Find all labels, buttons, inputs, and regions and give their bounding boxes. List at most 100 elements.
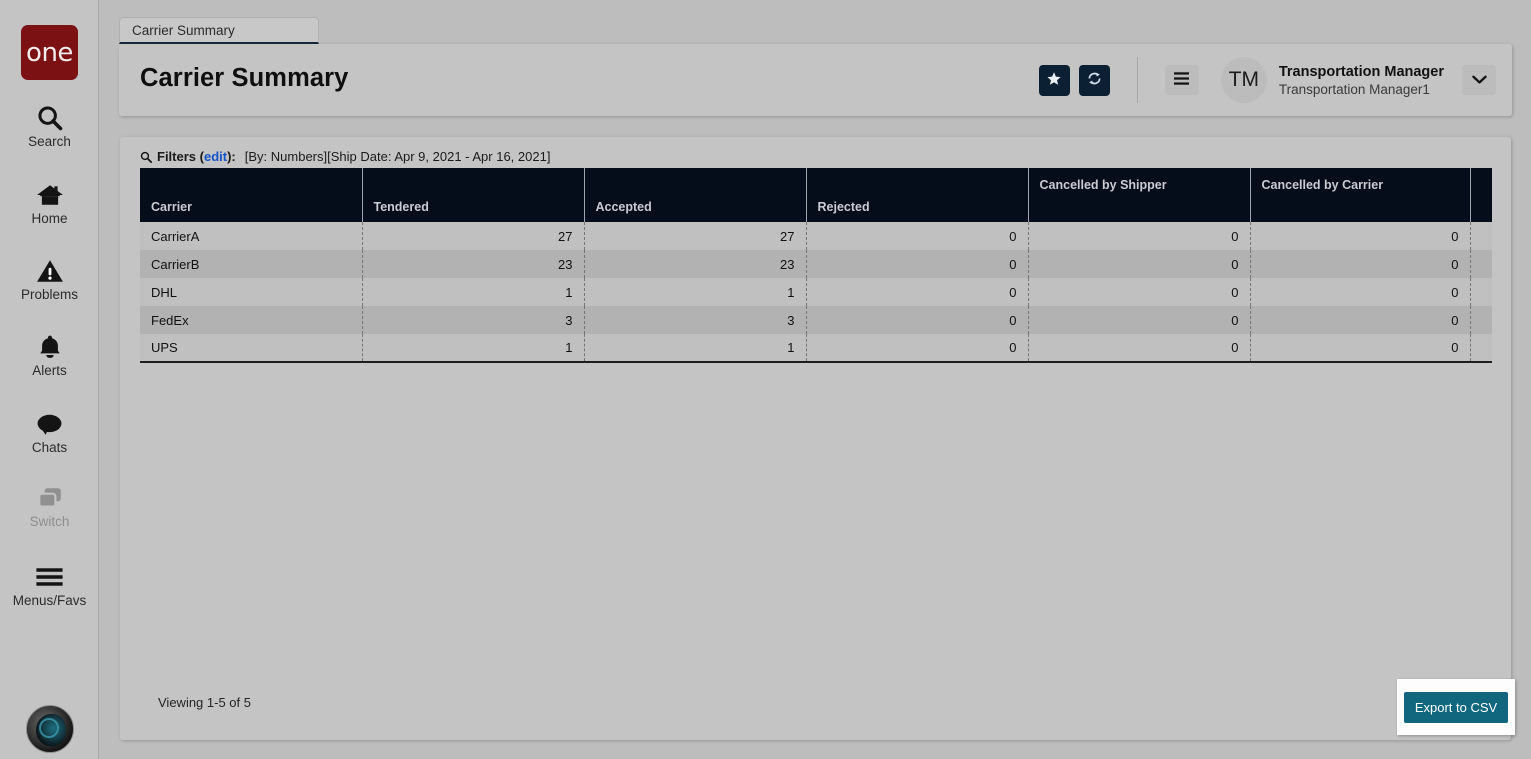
viewing-status: Viewing 1-5 of 5 bbox=[158, 695, 251, 710]
cell-spacer bbox=[1470, 306, 1492, 334]
page-title: Carrier Summary bbox=[140, 64, 349, 92]
carrier-summary-table: Carrier Tendered Accepted Rejected Cance… bbox=[140, 168, 1492, 363]
user-avatar[interactable] bbox=[26, 705, 74, 753]
sidebar-item-menus-favs[interactable]: Menus/Favs bbox=[0, 562, 99, 608]
sidebar-item-label: Search bbox=[28, 134, 71, 149]
cell-cancelled-by-shipper: 0 bbox=[1028, 306, 1251, 334]
content-panel: Filters (edit): [By: Numbers][Ship Date:… bbox=[120, 137, 1515, 740]
table-body: CarrierA 27 27 0 0 0 CarrierB 23 23 0 0 bbox=[140, 222, 1492, 363]
cell-rejected: 0 bbox=[806, 222, 1029, 250]
avatar-ring bbox=[39, 718, 59, 738]
carrier-summary-table-wrapper: Carrier Tendered Accepted Rejected Cance… bbox=[140, 168, 1492, 363]
tab-label: Carrier Summary bbox=[132, 23, 235, 38]
star-icon bbox=[1046, 71, 1062, 90]
search-icon bbox=[140, 151, 152, 163]
cell-cancelled-by-shipper: 0 bbox=[1028, 250, 1251, 278]
app-root: one Search Home Problems Alerts Chats Sw… bbox=[0, 0, 1531, 759]
sidebar-item-label: Problems bbox=[20, 287, 79, 302]
filters-edit-link[interactable]: edit bbox=[204, 149, 227, 164]
user-subtitle: Transportation Manager1 bbox=[1278, 81, 1430, 97]
switch-icon bbox=[0, 483, 99, 513]
sidebar-item-label: Switch bbox=[29, 514, 70, 529]
table-row[interactable]: FedEx 3 3 0 0 0 bbox=[140, 306, 1492, 334]
column-header-spacer bbox=[1470, 168, 1492, 222]
cell-spacer bbox=[1470, 222, 1492, 250]
sidebar-item-chats[interactable]: Chats bbox=[0, 409, 99, 455]
avatar[interactable]: TM bbox=[1220, 57, 1267, 103]
cell-accepted: 1 bbox=[584, 334, 807, 363]
column-header-cancelled-by-carrier[interactable]: Cancelled by Carrier bbox=[1250, 168, 1471, 222]
cell-cancelled-by-shipper: 0 bbox=[1028, 334, 1251, 363]
cell-accepted: 1 bbox=[584, 278, 807, 306]
favorite-button[interactable] bbox=[1038, 64, 1070, 96]
filters-label: Filters ( bbox=[157, 149, 204, 164]
header-menu-button[interactable] bbox=[1164, 65, 1199, 95]
chat-icon bbox=[0, 409, 99, 439]
cell-carrier: FedEx bbox=[140, 306, 363, 334]
cell-tendered: 27 bbox=[362, 222, 585, 250]
warning-icon bbox=[0, 256, 99, 286]
export-to-csv-button[interactable]: Export to CSV bbox=[1403, 691, 1509, 723]
export-panel: Export to CSV bbox=[1397, 679, 1515, 735]
cell-spacer bbox=[1470, 278, 1492, 306]
cell-tendered: 1 bbox=[362, 278, 585, 306]
cell-rejected: 0 bbox=[806, 334, 1029, 363]
tab-strip: Carrier Summary bbox=[119, 17, 319, 44]
cell-accepted: 27 bbox=[584, 222, 807, 250]
sidebar-item-label: Chats bbox=[31, 440, 68, 455]
sidebar-item-search[interactable]: Search bbox=[0, 103, 99, 149]
cell-cancelled-by-shipper: 0 bbox=[1028, 278, 1251, 306]
refresh-icon bbox=[1086, 70, 1103, 90]
cell-accepted: 23 bbox=[584, 250, 807, 278]
cell-rejected: 0 bbox=[806, 278, 1029, 306]
cell-cancelled-by-carrier: 0 bbox=[1250, 334, 1471, 363]
cell-cancelled-by-carrier: 0 bbox=[1250, 250, 1471, 278]
column-header-accepted[interactable]: Accepted bbox=[584, 168, 807, 222]
search-icon bbox=[0, 103, 99, 133]
home-icon bbox=[0, 180, 99, 210]
cell-tendered: 3 bbox=[362, 306, 585, 334]
sidebar-item-switch[interactable]: Switch bbox=[0, 483, 99, 529]
cell-tendered: 23 bbox=[362, 250, 585, 278]
column-header-tendered[interactable]: Tendered bbox=[362, 168, 585, 222]
table-row[interactable]: CarrierB 23 23 0 0 0 bbox=[140, 250, 1492, 278]
user-info: Transportation Manager Transportation Ma… bbox=[1279, 63, 1444, 98]
tab-carrier-summary[interactable]: Carrier Summary bbox=[119, 17, 319, 44]
cell-carrier: CarrierB bbox=[140, 250, 363, 278]
user-menu-button[interactable] bbox=[1462, 65, 1496, 95]
header-divider bbox=[1136, 57, 1138, 103]
cell-cancelled-by-carrier: 0 bbox=[1250, 222, 1471, 250]
filters-label-end: ): bbox=[227, 149, 236, 164]
hamburger-icon bbox=[1172, 71, 1191, 89]
sidebar-item-label: Alerts bbox=[32, 363, 67, 378]
cell-cancelled-by-carrier: 0 bbox=[1250, 306, 1471, 334]
filters-bar: Filters (edit): [By: Numbers][Ship Date:… bbox=[140, 149, 550, 164]
cell-spacer bbox=[1470, 250, 1492, 278]
header-actions: TM Transportation Manager Transportation… bbox=[1038, 44, 1496, 116]
sidebar-item-home[interactable]: Home bbox=[0, 180, 99, 226]
one-network-logo[interactable]: one bbox=[21, 25, 78, 80]
hamburger-icon bbox=[0, 562, 99, 592]
table-row[interactable]: UPS 1 1 0 0 0 bbox=[140, 334, 1492, 363]
sidebar-item-label: Menus/Favs bbox=[12, 593, 87, 608]
left-sidebar: one Search Home Problems Alerts Chats Sw… bbox=[0, 0, 99, 759]
cell-cancelled-by-shipper: 0 bbox=[1028, 222, 1251, 250]
cell-rejected: 0 bbox=[806, 306, 1029, 334]
cell-carrier: CarrierA bbox=[140, 222, 363, 250]
column-header-carrier[interactable]: Carrier bbox=[140, 168, 363, 222]
page-header: Carrier Summary TM Transportation Manage… bbox=[119, 44, 1512, 116]
cell-cancelled-by-carrier: 0 bbox=[1250, 278, 1471, 306]
sidebar-item-alerts[interactable]: Alerts bbox=[0, 332, 99, 378]
logo-text: one bbox=[26, 37, 73, 68]
sidebar-item-problems[interactable]: Problems bbox=[0, 256, 99, 302]
column-header-cancelled-by-shipper[interactable]: Cancelled by Shipper bbox=[1028, 168, 1251, 222]
table-row[interactable]: CarrierA 27 27 0 0 0 bbox=[140, 222, 1492, 250]
table-row[interactable]: DHL 1 1 0 0 0 bbox=[140, 278, 1492, 306]
column-header-rejected[interactable]: Rejected bbox=[806, 168, 1029, 222]
cell-accepted: 3 bbox=[584, 306, 807, 334]
filters-criteria: [By: Numbers][Ship Date: Apr 9, 2021 - A… bbox=[244, 149, 551, 164]
cell-carrier: DHL bbox=[140, 278, 363, 306]
cell-spacer bbox=[1470, 334, 1492, 363]
cell-carrier: UPS bbox=[140, 334, 363, 363]
refresh-button[interactable] bbox=[1078, 64, 1110, 96]
